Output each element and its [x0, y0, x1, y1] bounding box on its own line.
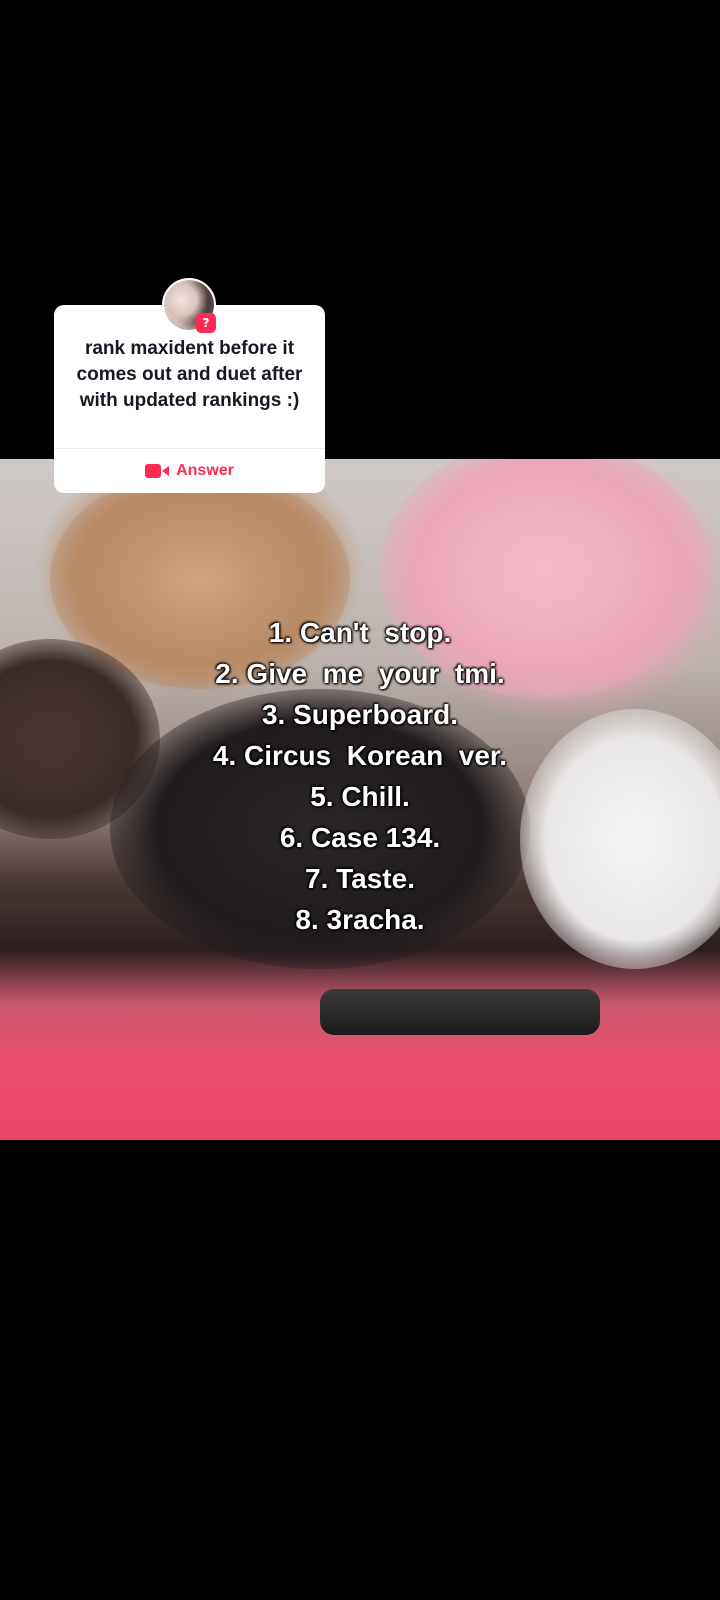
ranking-item-1: 1. Can't stop. — [268, 617, 452, 648]
question-card: rank maxident before it comes out and du… — [54, 305, 325, 493]
answer-label: Answer — [176, 462, 234, 479]
ranking-item-6: 6. Case 134. — [279, 822, 441, 853]
ranking-item-5: 5. Chill. — [310, 781, 410, 812]
question-text: rank maxident before it comes out and du… — [76, 338, 303, 411]
ranking-item-3: 3. Superboard. — [261, 699, 459, 730]
ranking-list: 1. Can't stop. 2. Give me your tmi. 3. S… — [0, 612, 720, 940]
ranking-item-2: 2. Give me your tmi. — [215, 658, 505, 689]
video-camera-icon — [145, 464, 170, 478]
phone-shape — [320, 989, 600, 1035]
ranking-item-8: 8. 3racha. — [295, 904, 425, 935]
answer-button[interactable]: Answer — [54, 449, 325, 493]
ranking-item-7: 7. Taste. — [305, 863, 415, 894]
question-badge-icon: ? — [196, 313, 216, 333]
ranking-item-4: 4. Circus Korean ver. — [212, 740, 508, 771]
